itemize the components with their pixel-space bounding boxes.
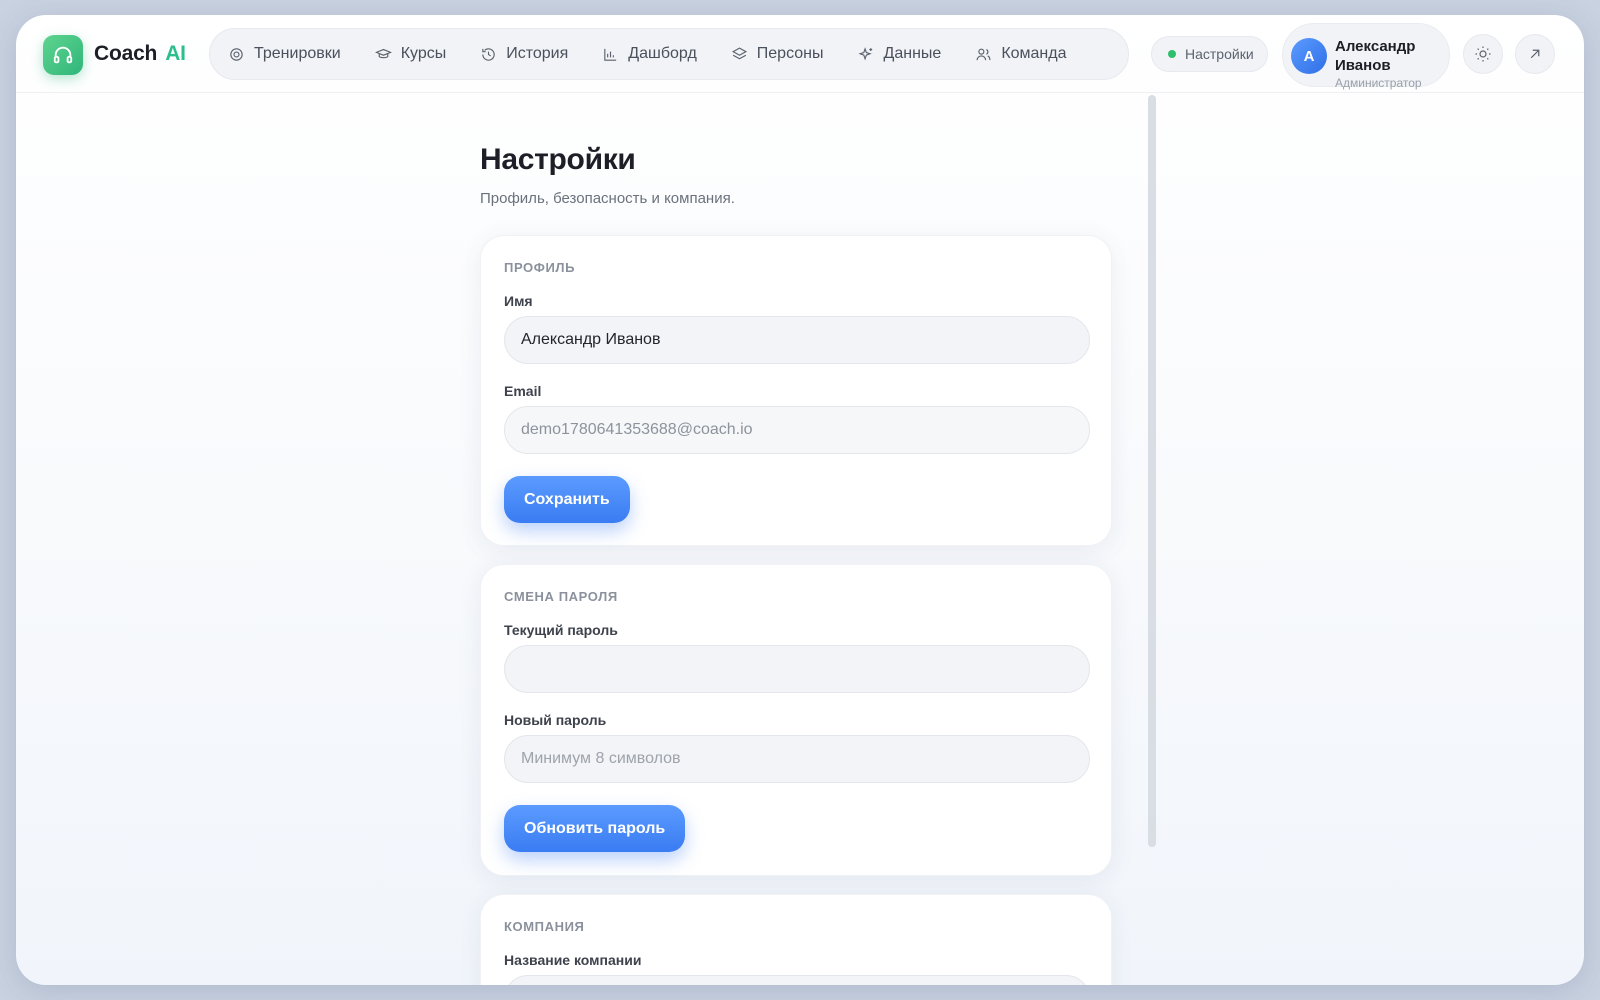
profile-card: ПРОФИЛЬ Имя Email Сохранить	[480, 235, 1112, 546]
user-name: Александр Иванов	[1335, 38, 1416, 74]
section-title: СМЕНА ПАРОЛЯ	[504, 589, 618, 604]
current-password-field[interactable]	[504, 645, 1090, 693]
current-page-label: Настройки	[1185, 46, 1254, 62]
status-dot-icon	[1168, 50, 1176, 58]
history-icon	[482, 47, 495, 61]
nav-item-label: История	[506, 45, 569, 62]
user-role: Администратор	[1335, 76, 1422, 90]
new-password-field[interactable]	[504, 735, 1090, 783]
external-link-button[interactable]	[1515, 34, 1555, 74]
app-name-suffix: AI	[165, 42, 186, 65]
page-title: Настройки	[480, 143, 636, 176]
nav-item-label: Дашборд	[628, 45, 697, 62]
scrollbar[interactable]	[1148, 95, 1156, 847]
nav-item-history[interactable]: История	[480, 45, 568, 63]
nav-item-team[interactable]: Команда	[975, 45, 1067, 63]
new-password-label: Новый пароль	[504, 712, 607, 728]
nav-item-data[interactable]: Данные	[857, 45, 942, 63]
section-title: КОМПАНИЯ	[504, 919, 585, 934]
app-window: Coach AI Тренировки Курсы История Дашборд	[16, 15, 1584, 985]
save-button[interactable]: Сохранить	[504, 476, 630, 523]
nav-item-label: Команда	[1001, 45, 1067, 62]
nav-item-personas[interactable]: Персоны	[731, 45, 824, 63]
users-icon	[976, 48, 991, 60]
nav-item-trainings[interactable]: Тренировки	[228, 45, 341, 63]
name-field[interactable]	[504, 316, 1090, 364]
name-label: Имя	[504, 293, 533, 309]
section-title: ПРОФИЛЬ	[504, 260, 576, 275]
update-password-button[interactable]: Обновить пароль	[504, 805, 686, 852]
password-card: СМЕНА ПАРОЛЯ Текущий пароль Новый пароль…	[480, 564, 1112, 876]
nav-item-label: Тренировки	[254, 45, 341, 62]
nav-item-courses[interactable]: Курсы	[374, 45, 447, 63]
email-field[interactable]	[504, 406, 1090, 454]
app-logo[interactable]: Coach AI	[94, 42, 186, 66]
current-password-label: Текущий пароль	[504, 622, 618, 638]
top-bar: Coach AI Тренировки Курсы История Дашборд	[16, 15, 1584, 93]
company-card: КОМПАНИЯ Название компании	[480, 894, 1112, 985]
graduation-cap-icon	[374, 48, 392, 58]
nav-item-label: Курсы	[400, 45, 447, 62]
arrow-up-right-icon	[1530, 49, 1540, 59]
nav-item-label: Персоны	[756, 45, 824, 62]
sun-icon	[1475, 46, 1491, 62]
nav-item-label: Данные	[883, 45, 942, 62]
main-nav: Тренировки Курсы История Дашборд Персоны…	[209, 28, 1129, 80]
company-name-field[interactable]	[504, 975, 1090, 985]
bar-chart-icon	[604, 48, 617, 61]
company-name-label: Название компании	[504, 952, 642, 968]
avatar: А	[1291, 38, 1327, 74]
layers-icon	[731, 46, 747, 59]
target-icon	[230, 47, 243, 61]
current-page-pill[interactable]: Настройки	[1151, 36, 1268, 72]
page-subtitle: Профиль, безопасность и компания.	[480, 190, 735, 207]
headphones-logo-icon	[43, 35, 83, 75]
sparkles-icon	[857, 46, 872, 60]
user-menu[interactable]: А Александр Иванов Администратор	[1282, 23, 1450, 90]
theme-toggle-button[interactable]	[1463, 34, 1503, 74]
nav-item-dashboard[interactable]: Дашборд	[602, 45, 697, 63]
app-name: Coach	[94, 42, 158, 65]
email-label: Email	[504, 383, 542, 399]
